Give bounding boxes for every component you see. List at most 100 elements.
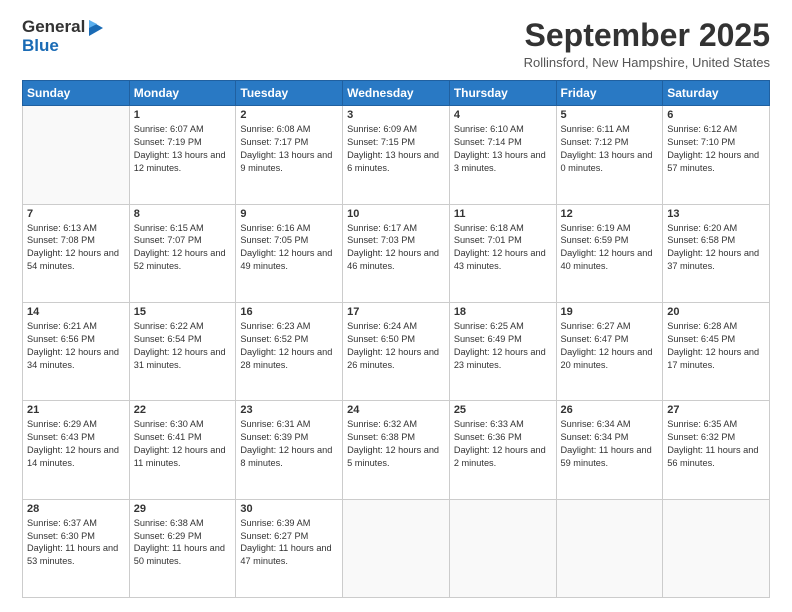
day-info: Sunrise: 6:22 AMSunset: 6:54 PMDaylight:… [134,320,232,372]
day-info: Sunrise: 6:19 AMSunset: 6:59 PMDaylight:… [561,222,659,274]
day-number: 15 [134,306,232,318]
day-info: Sunrise: 6:32 AMSunset: 6:38 PMDaylight:… [347,418,445,470]
day-number: 20 [667,306,765,318]
day-number: 10 [347,208,445,220]
day-info: Sunrise: 6:13 AMSunset: 7:08 PMDaylight:… [27,222,125,274]
col-monday: Monday [129,81,236,106]
day-info: Sunrise: 6:20 AMSunset: 6:58 PMDaylight:… [667,222,765,274]
table-row: 30 Sunrise: 6:39 AMSunset: 6:27 PMDayligh… [236,499,343,597]
day-info: Sunrise: 6:39 AMSunset: 6:27 PMDaylight:… [240,517,338,569]
day-info: Sunrise: 6:30 AMSunset: 6:41 PMDaylight:… [134,418,232,470]
calendar-page: General Blue September 2025 Rollinsford,… [0,0,792,612]
day-info: Sunrise: 6:08 AMSunset: 7:17 PMDaylight:… [240,123,338,175]
table-row: 13 Sunrise: 6:20 AMSunset: 6:58 PMDayligh… [663,204,770,302]
day-info: Sunrise: 6:37 AMSunset: 6:30 PMDaylight:… [27,517,125,569]
logo: General Blue [22,18,105,55]
table-row: 5Sunrise: 6:11 AMSunset: 7:12 PMDaylight… [556,106,663,204]
day-info: Sunrise: 6:23 AMSunset: 6:52 PMDaylight:… [240,320,338,372]
table-row: 15 Sunrise: 6:22 AMSunset: 6:54 PMDayligh… [129,302,236,400]
day-number: 21 [27,404,125,416]
col-friday: Friday [556,81,663,106]
table-row [23,106,130,204]
table-row [556,499,663,597]
day-info: Sunrise: 6:25 AMSunset: 6:49 PMDaylight:… [454,320,552,372]
day-number: 30 [240,503,338,515]
day-number: 19 [561,306,659,318]
table-row: 20 Sunrise: 6:28 AMSunset: 6:45 PMDayligh… [663,302,770,400]
day-number: 3 [347,109,445,121]
table-row: 28Sunrise: 6:37 AMSunset: 6:30 PMDayligh… [23,499,130,597]
table-row: 27 Sunrise: 6:35 AMSunset: 6:32 PMDayligh… [663,401,770,499]
table-row: 19 Sunrise: 6:27 AMSunset: 6:47 PMDayligh… [556,302,663,400]
day-number: 14 [27,306,125,318]
day-number: 1 [134,109,232,121]
table-row: 7Sunrise: 6:13 AMSunset: 7:08 PMDaylight… [23,204,130,302]
day-number: 27 [667,404,765,416]
logo-blue: Blue [22,37,105,56]
table-row: 29Sunrise: 6:38 AMSunset: 6:29 PMDayligh… [129,499,236,597]
day-number: 23 [240,404,338,416]
day-info: Sunrise: 6:10 AMSunset: 7:14 PMDaylight:… [454,123,552,175]
col-wednesday: Wednesday [343,81,450,106]
table-row: 26 Sunrise: 6:34 AMSunset: 6:34 PMDayligh… [556,401,663,499]
col-thursday: Thursday [449,81,556,106]
col-sunday: Sunday [23,81,130,106]
col-tuesday: Tuesday [236,81,343,106]
day-number: 9 [240,208,338,220]
day-info: Sunrise: 6:17 AMSunset: 7:03 PMDaylight:… [347,222,445,274]
table-row: 6 Sunrise: 6:12 AMSunset: 7:10 PMDaylight… [663,106,770,204]
day-number: 18 [454,306,552,318]
calendar-week-row: 7Sunrise: 6:13 AMSunset: 7:08 PMDaylight… [23,204,770,302]
table-row: 11 Sunrise: 6:18 AMSunset: 7:01 PMDayligh… [449,204,556,302]
day-number: 24 [347,404,445,416]
table-row: 2Sunrise: 6:08 AMSunset: 7:17 PMDaylight… [236,106,343,204]
day-info: Sunrise: 6:35 AMSunset: 6:32 PMDaylight:… [667,418,765,470]
page-header: General Blue September 2025 Rollinsford,… [22,18,770,70]
day-number: 8 [134,208,232,220]
table-row: 3 Sunrise: 6:09 AMSunset: 7:15 PMDaylight… [343,106,450,204]
table-row: 1 Sunrise: 6:07 AMSunset: 7:19 PMDaylight… [129,106,236,204]
table-row: 10 Sunrise: 6:17 AMSunset: 7:03 PMDayligh… [343,204,450,302]
day-info: Sunrise: 6:11 AMSunset: 7:12 PMDaylight:… [561,123,659,175]
calendar-week-row: 21 Sunrise: 6:29 AMSunset: 6:43 PMDayligh… [23,401,770,499]
day-info: Sunrise: 6:24 AMSunset: 6:50 PMDaylight:… [347,320,445,372]
calendar-header-row: Sunday Monday Tuesday Wednesday Thursday… [23,81,770,106]
day-info: Sunrise: 6:29 AMSunset: 6:43 PMDaylight:… [27,418,125,470]
day-info: Sunrise: 6:28 AMSunset: 6:45 PMDaylight:… [667,320,765,372]
day-number: 4 [454,109,552,121]
table-row: 23 Sunrise: 6:31 AMSunset: 6:39 PMDayligh… [236,401,343,499]
day-number: 11 [454,208,552,220]
table-row: 16Sunrise: 6:23 AMSunset: 6:52 PMDayligh… [236,302,343,400]
day-info: Sunrise: 6:27 AMSunset: 6:47 PMDaylight:… [561,320,659,372]
table-row: 22 Sunrise: 6:30 AMSunset: 6:41 PMDayligh… [129,401,236,499]
day-number: 25 [454,404,552,416]
calendar-week-row: 1 Sunrise: 6:07 AMSunset: 7:19 PMDaylight… [23,106,770,204]
day-info: Sunrise: 6:09 AMSunset: 7:15 PMDaylight:… [347,123,445,175]
day-number: 13 [667,208,765,220]
day-number: 26 [561,404,659,416]
day-info: Sunrise: 6:16 AMSunset: 7:05 PMDaylight:… [240,222,338,274]
day-info: Sunrise: 6:33 AMSunset: 6:36 PMDaylight:… [454,418,552,470]
day-number: 22 [134,404,232,416]
day-info: Sunrise: 6:12 AMSunset: 7:10 PMDaylight:… [667,123,765,175]
day-number: 6 [667,109,765,121]
day-info: Sunrise: 6:15 AMSunset: 7:07 PMDaylight:… [134,222,232,274]
day-info: Sunrise: 6:07 AMSunset: 7:19 PMDaylight:… [134,123,232,175]
table-row [449,499,556,597]
table-row: 18 Sunrise: 6:25 AMSunset: 6:49 PMDayligh… [449,302,556,400]
table-row: 9 Sunrise: 6:16 AMSunset: 7:05 PMDaylight… [236,204,343,302]
table-row: 21 Sunrise: 6:29 AMSunset: 6:43 PMDayligh… [23,401,130,499]
day-info: Sunrise: 6:34 AMSunset: 6:34 PMDaylight:… [561,418,659,470]
calendar-week-row: 14 Sunrise: 6:21 AMSunset: 6:56 PMDayligh… [23,302,770,400]
table-row: 12 Sunrise: 6:19 AMSunset: 6:59 PMDayligh… [556,204,663,302]
day-info: Sunrise: 6:38 AMSunset: 6:29 PMDaylight:… [134,517,232,569]
calendar-week-row: 28Sunrise: 6:37 AMSunset: 6:30 PMDayligh… [23,499,770,597]
table-row: 8 Sunrise: 6:15 AMSunset: 7:07 PMDaylight… [129,204,236,302]
day-number: 12 [561,208,659,220]
day-info: Sunrise: 6:21 AMSunset: 6:56 PMDaylight:… [27,320,125,372]
day-info: Sunrise: 6:18 AMSunset: 7:01 PMDaylight:… [454,222,552,274]
day-number: 17 [347,306,445,318]
day-info: Sunrise: 6:31 AMSunset: 6:39 PMDaylight:… [240,418,338,470]
col-saturday: Saturday [663,81,770,106]
table-row: 4 Sunrise: 6:10 AMSunset: 7:14 PMDaylight… [449,106,556,204]
